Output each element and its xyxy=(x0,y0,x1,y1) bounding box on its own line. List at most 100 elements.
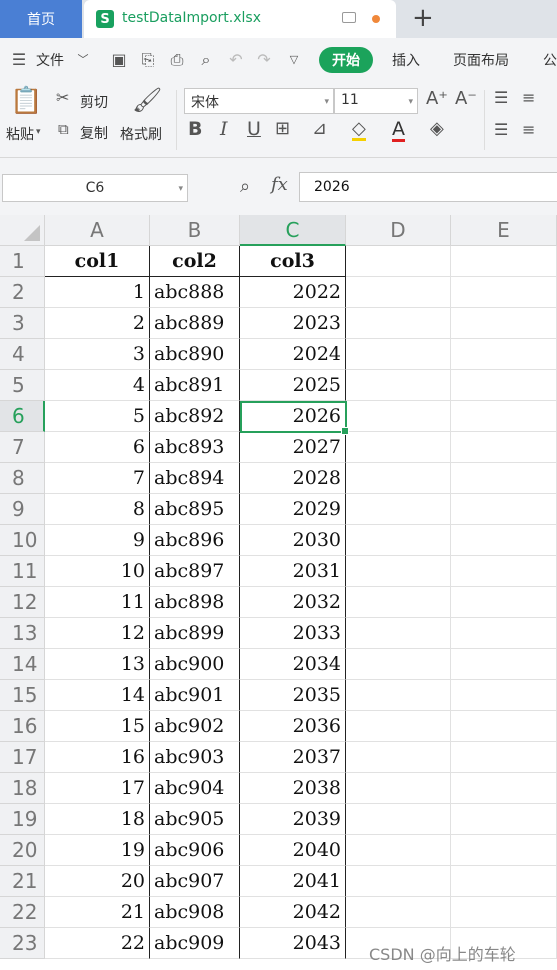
tab-home[interactable]: 首页 xyxy=(0,0,82,38)
table-cell[interactable]: 2022 xyxy=(240,277,346,308)
font-size-select[interactable]: 11 ▾ xyxy=(334,88,418,114)
column-header-a[interactable]: A xyxy=(45,215,150,246)
row-header[interactable]: 7 xyxy=(0,432,45,463)
spreadsheet-grid[interactable]: A B C D E 1 col1 col2 col3 2 1 abc888 2022 3 2 abc889 20… xyxy=(0,215,557,970)
table-cell[interactable]: 2035 xyxy=(240,680,346,711)
table-header-cell[interactable]: col3 xyxy=(240,246,346,277)
table-cell[interactable]: 2041 xyxy=(240,866,346,897)
empty-cell[interactable] xyxy=(346,680,451,711)
row-header[interactable]: 21 xyxy=(0,866,45,897)
empty-cell[interactable] xyxy=(346,866,451,897)
eraser-icon[interactable]: ◈ xyxy=(430,120,444,138)
table-cell[interactable]: 20 xyxy=(45,866,150,897)
table-cell[interactable]: 5 xyxy=(45,401,150,432)
table-cell[interactable]: abc904 xyxy=(150,773,240,804)
empty-cell[interactable] xyxy=(451,556,557,587)
menu-file[interactable]: 文件 xyxy=(36,50,64,70)
table-cell[interactable]: 2043 xyxy=(240,928,346,959)
empty-cell[interactable] xyxy=(451,277,557,308)
empty-cell[interactable] xyxy=(346,277,451,308)
table-cell[interactable]: 17 xyxy=(45,773,150,804)
table-cell[interactable]: 2042 xyxy=(240,897,346,928)
align-top-icon[interactable]: ☰ xyxy=(494,90,508,106)
empty-cell[interactable] xyxy=(346,525,451,556)
row-header[interactable]: 6 xyxy=(0,401,45,432)
empty-cell[interactable] xyxy=(346,773,451,804)
print-preview-icon[interactable]: ⌕ xyxy=(197,51,215,69)
empty-cell[interactable] xyxy=(451,246,557,277)
table-cell[interactable]: 10 xyxy=(45,556,150,587)
table-cell[interactable]: 2024 xyxy=(240,339,346,370)
zoom-icon[interactable]: ⌕ xyxy=(240,176,250,197)
column-header-b[interactable]: B xyxy=(150,215,240,246)
empty-cell[interactable] xyxy=(346,370,451,401)
table-cell[interactable]: abc907 xyxy=(150,866,240,897)
table-cell[interactable]: 14 xyxy=(45,680,150,711)
empty-cell[interactable] xyxy=(346,835,451,866)
table-cell[interactable]: 9 xyxy=(45,525,150,556)
empty-cell[interactable] xyxy=(451,618,557,649)
table-cell[interactable]: abc900 xyxy=(150,649,240,680)
empty-cell[interactable] xyxy=(346,897,451,928)
empty-cell[interactable] xyxy=(451,866,557,897)
format-painter-button[interactable]: 格式刷 xyxy=(120,124,162,144)
table-cell[interactable]: abc890 xyxy=(150,339,240,370)
row-header[interactable]: 8 xyxy=(0,463,45,494)
empty-cell[interactable] xyxy=(451,401,557,432)
table-cell[interactable]: abc895 xyxy=(150,494,240,525)
table-cell[interactable]: abc902 xyxy=(150,711,240,742)
table-cell[interactable]: abc897 xyxy=(150,556,240,587)
table-header-cell[interactable]: col1 xyxy=(45,246,150,277)
paste-button[interactable]: 粘贴 xyxy=(6,124,34,144)
empty-cell[interactable] xyxy=(451,494,557,525)
empty-cell[interactable] xyxy=(451,742,557,773)
empty-cell[interactable] xyxy=(451,587,557,618)
row-header[interactable]: 16 xyxy=(0,711,45,742)
table-cell[interactable]: abc905 xyxy=(150,804,240,835)
row-header[interactable]: 18 xyxy=(0,773,45,804)
table-cell[interactable]: abc901 xyxy=(150,680,240,711)
empty-cell[interactable] xyxy=(451,804,557,835)
row-header[interactable]: 13 xyxy=(0,618,45,649)
hamburger-icon[interactable]: ☰ xyxy=(10,51,28,69)
table-cell[interactable]: 2030 xyxy=(240,525,346,556)
name-box[interactable]: C6 ▾ xyxy=(2,174,188,202)
row-header[interactable]: 12 xyxy=(0,587,45,618)
paste-dropdown-icon[interactable]: ▾ xyxy=(36,128,41,137)
print-icon[interactable]: ⎙ xyxy=(168,51,186,69)
table-cell[interactable]: 22 xyxy=(45,928,150,959)
table-cell[interactable]: 3 xyxy=(45,339,150,370)
border-icon[interactable]: ⊞ xyxy=(275,120,290,138)
empty-cell[interactable] xyxy=(346,432,451,463)
row-header[interactable]: 15 xyxy=(0,680,45,711)
row-header[interactable]: 1 xyxy=(0,246,45,277)
select-all-corner[interactable] xyxy=(0,215,45,246)
empty-cell[interactable] xyxy=(451,649,557,680)
fill-color-icon[interactable]: ◇ xyxy=(352,120,366,141)
table-cell[interactable]: abc906 xyxy=(150,835,240,866)
cell-style-icon[interactable]: ⊿ xyxy=(312,120,327,138)
table-cell[interactable]: abc903 xyxy=(150,742,240,773)
table-cell[interactable]: 21 xyxy=(45,897,150,928)
bold-icon[interactable]: B xyxy=(188,120,202,139)
row-header[interactable]: 4 xyxy=(0,339,45,370)
table-cell[interactable]: 12 xyxy=(45,618,150,649)
empty-cell[interactable] xyxy=(451,308,557,339)
empty-cell[interactable] xyxy=(346,649,451,680)
row-header[interactable]: 10 xyxy=(0,525,45,556)
empty-cell[interactable] xyxy=(346,401,451,432)
table-cell[interactable]: abc894 xyxy=(150,463,240,494)
copy-button[interactable]: 复制 xyxy=(80,123,108,143)
formula-input[interactable]: 2026 xyxy=(299,172,557,202)
monitor-icon[interactable] xyxy=(342,12,356,23)
empty-cell[interactable] xyxy=(451,711,557,742)
table-cell[interactable]: abc889 xyxy=(150,308,240,339)
empty-cell[interactable] xyxy=(451,680,557,711)
table-cell[interactable]: 2023 xyxy=(240,308,346,339)
increase-font-icon[interactable]: A⁺ xyxy=(426,90,448,108)
new-tab-plus-icon[interactable]: + xyxy=(412,4,434,32)
empty-cell[interactable] xyxy=(346,494,451,525)
tab-more[interactable]: 公 xyxy=(543,50,557,70)
empty-cell[interactable] xyxy=(346,742,451,773)
empty-cell[interactable] xyxy=(451,463,557,494)
